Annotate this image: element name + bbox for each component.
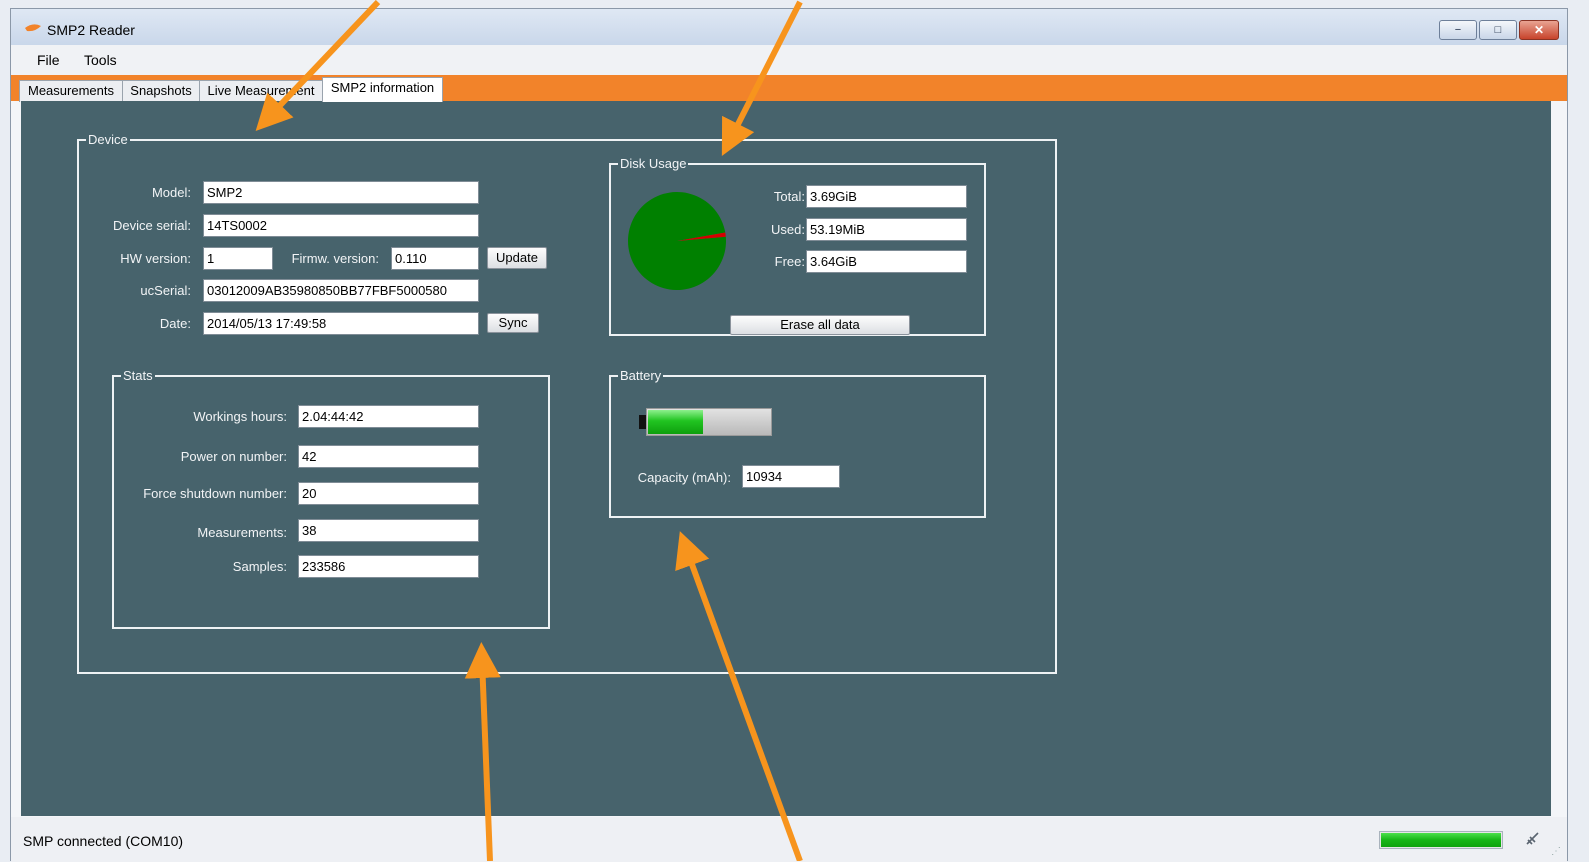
working-hours-field[interactable]: 2.04:44:42 <box>298 405 479 428</box>
battery-level-bar <box>646 408 772 436</box>
maximize-button[interactable]: □ <box>1479 20 1517 40</box>
tab-snapshots[interactable]: Snapshots <box>122 80 200 102</box>
force-shutdown-label: Force shutdown number: <box>143 486 287 501</box>
tab-live-measurement[interactable]: Live Measurement <box>199 80 323 102</box>
date-field[interactable]: 2014/05/13 17:49:58 <box>203 312 479 335</box>
sync-button[interactable]: Sync <box>487 313 539 333</box>
power-on-number-field[interactable]: 42 <box>298 445 479 468</box>
battery-group: Battery <box>609 368 986 518</box>
samples-label: Samples: <box>232 559 287 574</box>
title-bar[interactable]: SMP2 Reader − □ ✕ <box>11 9 1567 45</box>
firmware-version-label: Firmw. version: <box>291 251 379 266</box>
pie-slice-free <box>628 192 726 291</box>
device-serial-field[interactable]: 14TS0002 <box>203 214 479 237</box>
measurements-field[interactable]: 38 <box>298 519 479 542</box>
close-button[interactable]: ✕ <box>1519 20 1559 40</box>
battery-legend: Battery <box>618 368 664 384</box>
connection-icon[interactable] <box>1525 831 1541 847</box>
device-legend: Device <box>86 132 130 148</box>
maximize-icon: □ <box>1494 24 1502 36</box>
menu-tools[interactable]: Tools <box>84 52 117 68</box>
resize-grip-icon[interactable]: ⋰ <box>1551 846 1561 857</box>
disk-usage-legend: Disk Usage <box>618 156 689 172</box>
app-window: SMP2 Reader − □ ✕ File Tools Measurement… <box>10 8 1568 862</box>
battery-level-fill <box>648 410 703 434</box>
model-field[interactable]: SMP2 <box>203 181 479 204</box>
ucserial-field[interactable]: 03012009AB35980850BB77FBF5000580 <box>203 279 479 302</box>
connection-status: SMP connected (COM10) <box>23 833 184 849</box>
total-field[interactable]: 3.69GiB <box>806 185 967 208</box>
firmware-version-field[interactable]: 0.110 <box>391 247 479 270</box>
used-field[interactable]: 53.19MiB <box>806 218 967 241</box>
stats-legend: Stats <box>121 368 155 384</box>
disk-usage-pie-chart <box>628 192 726 291</box>
free-field[interactable]: 3.64GiB <box>806 250 967 273</box>
hw-version-label: HW version: <box>120 251 191 266</box>
menu-file[interactable]: File <box>37 52 60 68</box>
close-icon: ✕ <box>1533 23 1545 37</box>
total-label: Total: <box>773 189 805 204</box>
model-label: Model: <box>151 185 191 200</box>
date-label: Date: <box>159 316 191 331</box>
status-progress-bar <box>1379 831 1503 849</box>
force-shutdown-field[interactable]: 20 <box>298 482 479 505</box>
capacity-field[interactable]: 10934 <box>742 465 840 488</box>
menu-bar: File Tools <box>11 45 1567 75</box>
measurements-label: Measurements: <box>197 525 287 540</box>
app-logo-icon <box>25 24 41 32</box>
ucserial-label: ucSerial: <box>140 283 191 298</box>
update-button[interactable]: Update <box>487 247 547 269</box>
free-label: Free: <box>774 254 805 269</box>
power-on-number-label: Power on number: <box>180 449 287 464</box>
capacity-label: Capacity (mAh): <box>637 470 731 485</box>
tab-measurements[interactable]: Measurements <box>19 80 123 102</box>
minimize-button[interactable]: − <box>1439 20 1477 40</box>
hw-version-field[interactable]: 1 <box>203 247 273 270</box>
samples-field[interactable]: 233586 <box>298 555 479 578</box>
minimize-icon: − <box>1454 24 1462 36</box>
device-serial-label: Device serial: <box>112 218 191 233</box>
used-label: Used: <box>771 222 805 237</box>
tab-smp2-information[interactable]: SMP2 information <box>322 77 443 102</box>
window-title: SMP2 Reader <box>47 22 135 38</box>
smp2-information-panel: Device Model: SMP2 Device serial: 14TS00… <box>21 101 1551 816</box>
status-progress-fill <box>1381 833 1501 847</box>
working-hours-label: Workings hours: <box>193 409 287 424</box>
erase-all-data-button[interactable]: Erase all data <box>730 315 910 335</box>
status-bar: SMP connected (COM10) ⋰ <box>11 817 1567 862</box>
